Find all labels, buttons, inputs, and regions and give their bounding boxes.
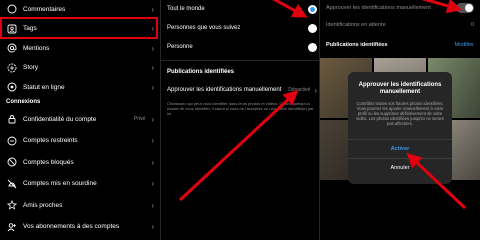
audience-option-label: Tout le monde xyxy=(167,6,205,12)
settings-item-label: Confidentialité du compte xyxy=(23,115,97,123)
audience-option-personne[interactable]: Personne xyxy=(167,36,317,58)
edit-link[interactable]: Modifier xyxy=(454,42,474,48)
lock-icon xyxy=(6,114,17,125)
settings-item-label: Vos abonnements à des comptes xyxy=(23,223,120,230)
restricted-icon xyxy=(6,135,17,146)
chat-icon xyxy=(6,4,17,15)
settings-item-vos-abonnements-a-des-comptes[interactable]: Vos abonnements à des comptes › xyxy=(0,216,160,238)
close-friends-icon xyxy=(6,200,17,211)
chevron-right-icon: › xyxy=(151,157,154,167)
grid-overlay xyxy=(320,182,480,240)
chevron-right-icon: › xyxy=(151,222,154,231)
tags-highlight-box xyxy=(0,17,158,39)
chevron-right-icon: › xyxy=(151,136,154,145)
chevron-right-icon: › xyxy=(151,43,154,53)
toggle-label: Approuver les identifications manuelleme… xyxy=(326,5,431,11)
pending-tags-count: 0 xyxy=(470,22,474,28)
settings-item-confidentialite-du-compte[interactable]: Confidentialité du compte Privé › xyxy=(0,108,160,130)
audience-option-label: Personne xyxy=(167,44,193,50)
pending-tags-row[interactable]: Identifications en attente 0 xyxy=(326,20,474,30)
radio-unselected-icon[interactable] xyxy=(308,42,317,52)
radio-unselected-icon[interactable] xyxy=(308,23,317,33)
dialog-separator xyxy=(348,158,452,159)
manual-approve-toggle-row: Approuver les identifications manuelleme… xyxy=(326,2,474,14)
chevron-right-icon: › xyxy=(314,85,317,95)
settings-item-comptes-mis-en-sourdine[interactable]: Comptes mis en sourdine › xyxy=(0,173,160,195)
settings-item-label: Comptes mis en sourdine xyxy=(23,180,97,187)
activate-button[interactable]: Activer xyxy=(348,146,452,152)
manual-approve-toggle[interactable] xyxy=(456,3,474,13)
settings-item-comptes-restreints[interactable]: Comptes restreints › xyxy=(0,130,160,152)
audience-option-label: Personnes que vous suivez xyxy=(167,25,241,31)
manual-approve-row[interactable]: Approuver les identifications manuelleme… xyxy=(167,79,317,101)
settings-item-statut-en-ligne[interactable]: Statut en ligne › xyxy=(0,76,160,98)
dialog-separator xyxy=(348,139,452,140)
chevron-right-icon: › xyxy=(151,200,154,210)
at-icon xyxy=(6,43,17,54)
settings-item-amis-proches[interactable]: Amis proches › xyxy=(0,194,160,216)
tags-description: Choisissez qui peut vous identifier dans… xyxy=(167,101,314,116)
blocked-icon xyxy=(6,157,17,168)
dialog-body: Contrôlez toutes vos futures photos iden… xyxy=(356,101,444,126)
settings-item-label: Comptes restreints xyxy=(23,137,78,144)
settings-item-comptes-bloques[interactable]: Comptes bloqués › xyxy=(0,151,160,173)
chevron-right-icon: › xyxy=(151,4,154,14)
approve-tags-dialog: Approuver les identifications manuelleme… xyxy=(348,72,452,184)
status-icon xyxy=(6,82,17,93)
tagged-posts-header: Publications identifiées xyxy=(167,69,235,75)
settings-item-label: Comptes bloqués xyxy=(23,158,74,166)
pending-tags-label: Identifications en attente xyxy=(326,22,386,28)
chevron-right-icon: › xyxy=(151,179,154,188)
privacy-settings-panel: Commentaires › Tags › Mentions › Story › Statut … xyxy=(0,0,160,240)
cancel-button[interactable]: Annuler xyxy=(348,165,452,171)
manual-approve-label: Approuver les identifications manuelleme… xyxy=(167,87,282,93)
radio-selected-icon[interactable] xyxy=(308,4,317,14)
manual-approve-value: Désactivé xyxy=(288,87,311,93)
tags-settings-panel: Tout le monde Personnes que vous suivez Pe… xyxy=(161,0,319,240)
settings-item-label: Amis proches xyxy=(23,201,63,209)
dialog-title: Approuver les identifications manuelleme… xyxy=(358,82,442,95)
mute-icon xyxy=(6,178,17,189)
settings-item-label: Story xyxy=(23,64,39,71)
chevron-right-icon: › xyxy=(151,114,154,124)
chevron-right-icon: › xyxy=(151,63,154,72)
connections-section-header: Connexions xyxy=(6,99,41,105)
chevron-right-icon: › xyxy=(151,82,154,92)
following-icon xyxy=(6,221,17,232)
section-divider xyxy=(161,60,319,61)
tagged-posts-label: Publications identifiées xyxy=(326,42,388,48)
settings-item-label: Commentaires xyxy=(23,5,66,13)
tagged-posts-row: Publications identifiées Modifier xyxy=(326,40,474,50)
settings-item-label: Statut en ligne xyxy=(23,83,65,91)
story-icon xyxy=(6,62,17,73)
settings-item-value: Privé xyxy=(133,116,146,122)
settings-item-label: Mentions xyxy=(23,44,50,52)
